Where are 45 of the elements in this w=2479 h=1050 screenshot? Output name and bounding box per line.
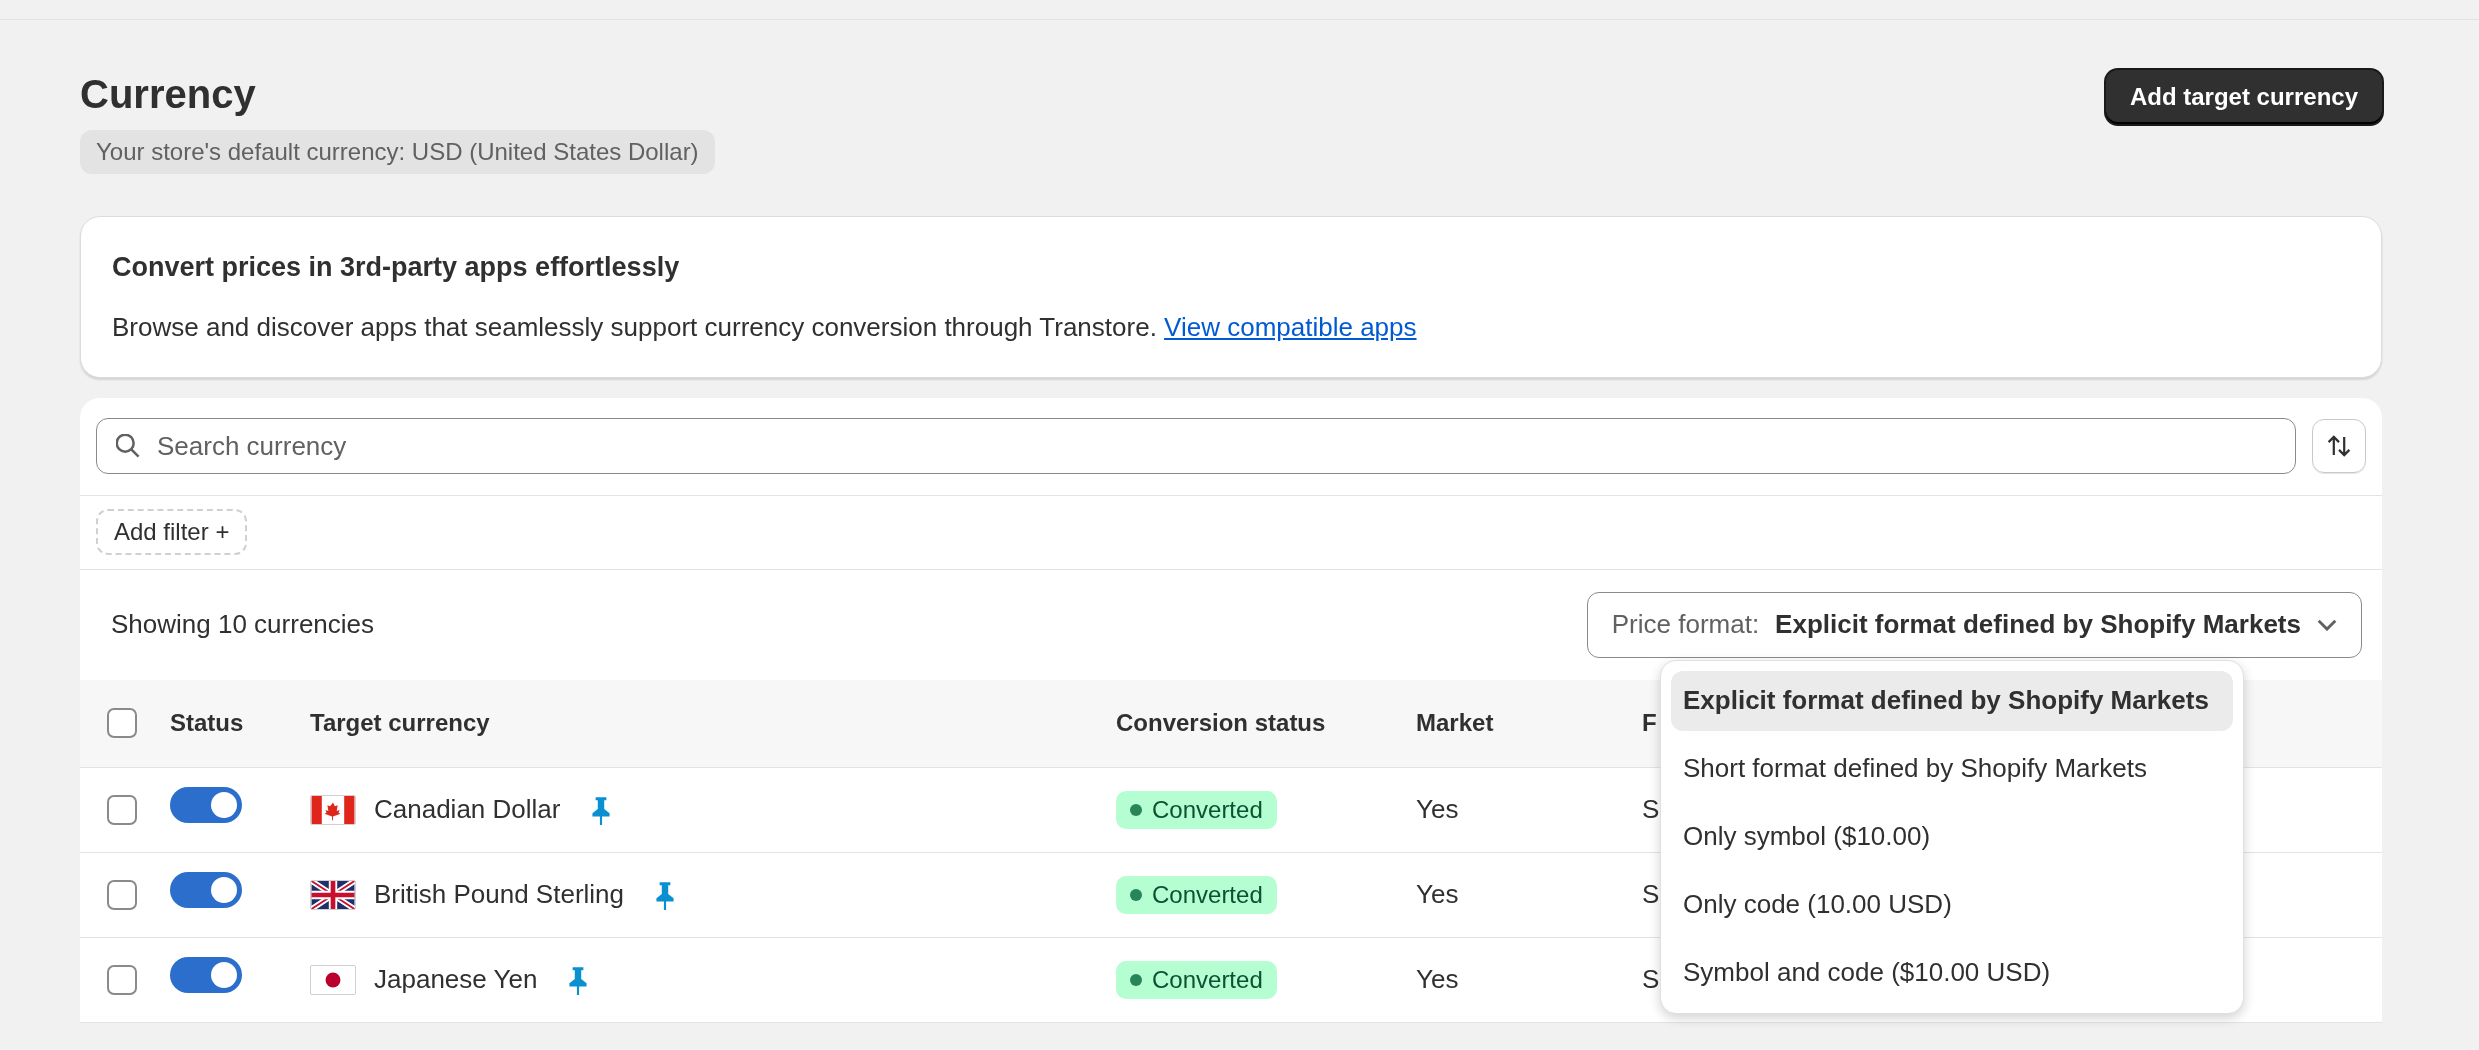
price-format-select[interactable]: Price format: Explicit format defined by Shopify Markets	[1586, 591, 2362, 658]
pin-icon[interactable]	[567, 964, 590, 995]
market-cell-text: Yes	[1416, 963, 1459, 996]
promo-text: Browse and discover apps that seamlessly support currency conversion through Transtore. View compatible apps	[112, 310, 1418, 344]
status-toggle[interactable]	[170, 871, 242, 908]
flag-icon	[310, 964, 356, 995]
table-cell-text: S	[1642, 963, 1660, 996]
checkbox[interactable]	[107, 964, 137, 995]
page-title: Currency	[80, 71, 256, 118]
menu-option[interactable]: Explicit format defined by Shopify Markets	[1671, 670, 2233, 731]
flag-icon	[310, 794, 356, 825]
table-cell-text: S	[1642, 793, 1660, 826]
status-toggle[interactable]	[170, 786, 242, 823]
converted-badge: Converted	[1116, 790, 1277, 829]
add-target-currency-button[interactable]: Add target currency	[2105, 70, 2382, 124]
sort-icon	[2326, 433, 2352, 459]
checkbox[interactable]	[107, 794, 137, 825]
currency-name: Canadian Dollar	[374, 793, 561, 826]
search-icon	[116, 434, 140, 458]
column-header: Target currency	[310, 708, 490, 738]
converted-badge: Converted	[1116, 960, 1277, 999]
column-header: F	[1642, 708, 1657, 738]
chevron-down-icon	[2317, 618, 2337, 631]
column-header: Status	[170, 708, 244, 738]
currency-count: Showing 10 currencies	[111, 608, 375, 641]
sort-button[interactable]	[2312, 419, 2366, 473]
currency-name: Japanese Yen	[374, 963, 538, 996]
market-cell-text: Yes	[1416, 878, 1459, 911]
currency-name: British Pound Sterling	[374, 878, 625, 911]
search-field[interactable]: Search currency	[96, 418, 2296, 474]
flag-icon	[310, 879, 356, 910]
column-header: Market	[1416, 708, 1494, 738]
pin-icon[interactable]	[590, 794, 613, 825]
view-compatible-apps-link[interactable]: View compatible apps	[1164, 311, 1417, 342]
column-header: Conversion status	[1116, 708, 1326, 738]
table-cell-text: S	[1642, 878, 1660, 911]
pin-icon[interactable]	[654, 879, 677, 910]
converted-badge: Converted	[1116, 875, 1277, 914]
default-currency-badge: Your store's default currency: USD (United States Dollar)	[80, 130, 715, 174]
add-filter-button[interactable]: Add filter +	[96, 509, 248, 555]
checkbox[interactable]	[107, 879, 137, 910]
market-cell-text: Yes	[1416, 793, 1459, 826]
status-toggle[interactable]	[170, 956, 242, 993]
checkbox[interactable]	[107, 708, 137, 738]
promo-title: Convert prices in 3rd-party apps effortlessly	[112, 251, 681, 284]
